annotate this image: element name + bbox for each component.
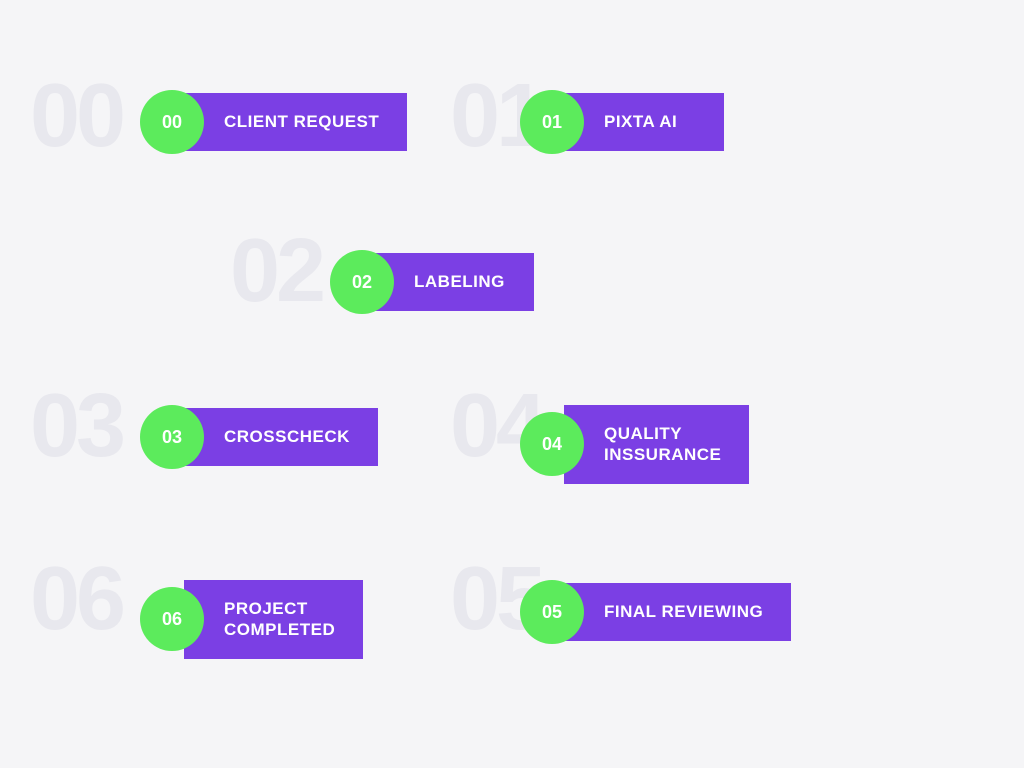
step-badge-05: 05 xyxy=(520,580,584,644)
step-item-04[interactable]: 04QUALITYINSSURANCE xyxy=(520,405,749,484)
step-badge-01: 01 xyxy=(520,90,584,154)
step-item-03[interactable]: 03CROSSCHECK xyxy=(140,405,378,469)
main-container: 00CLIENT REQUEST 01PIXTA AI 02LABELING 03CR… xyxy=(0,0,1024,768)
step-item-02[interactable]: 02LABELING xyxy=(330,250,534,314)
step-item-00[interactable]: 00CLIENT REQUEST xyxy=(140,90,407,154)
step-badge-03: 03 xyxy=(140,405,204,469)
step-badge-06: 06 xyxy=(140,587,204,651)
step-item-01[interactable]: 01PIXTA AI xyxy=(520,90,724,154)
step-item-05[interactable]: 05FINAL REVIEWING xyxy=(520,580,791,644)
step-label-01: PIXTA AI xyxy=(564,93,724,150)
step-label-06: PROJECTCOMPLETED xyxy=(184,580,363,659)
step-label-03: CROSSCHECK xyxy=(184,408,378,465)
step-label-00: CLIENT REQUEST xyxy=(184,93,407,150)
step-item-06[interactable]: 06PROJECTCOMPLETED xyxy=(140,580,363,659)
step-label-05: FINAL REVIEWING xyxy=(564,583,791,640)
step-label-02: LABELING xyxy=(374,253,534,310)
step-badge-02: 02 xyxy=(330,250,394,314)
step-badge-00: 00 xyxy=(140,90,204,154)
step-label-04: QUALITYINSSURANCE xyxy=(564,405,749,484)
step-badge-04: 04 xyxy=(520,412,584,476)
